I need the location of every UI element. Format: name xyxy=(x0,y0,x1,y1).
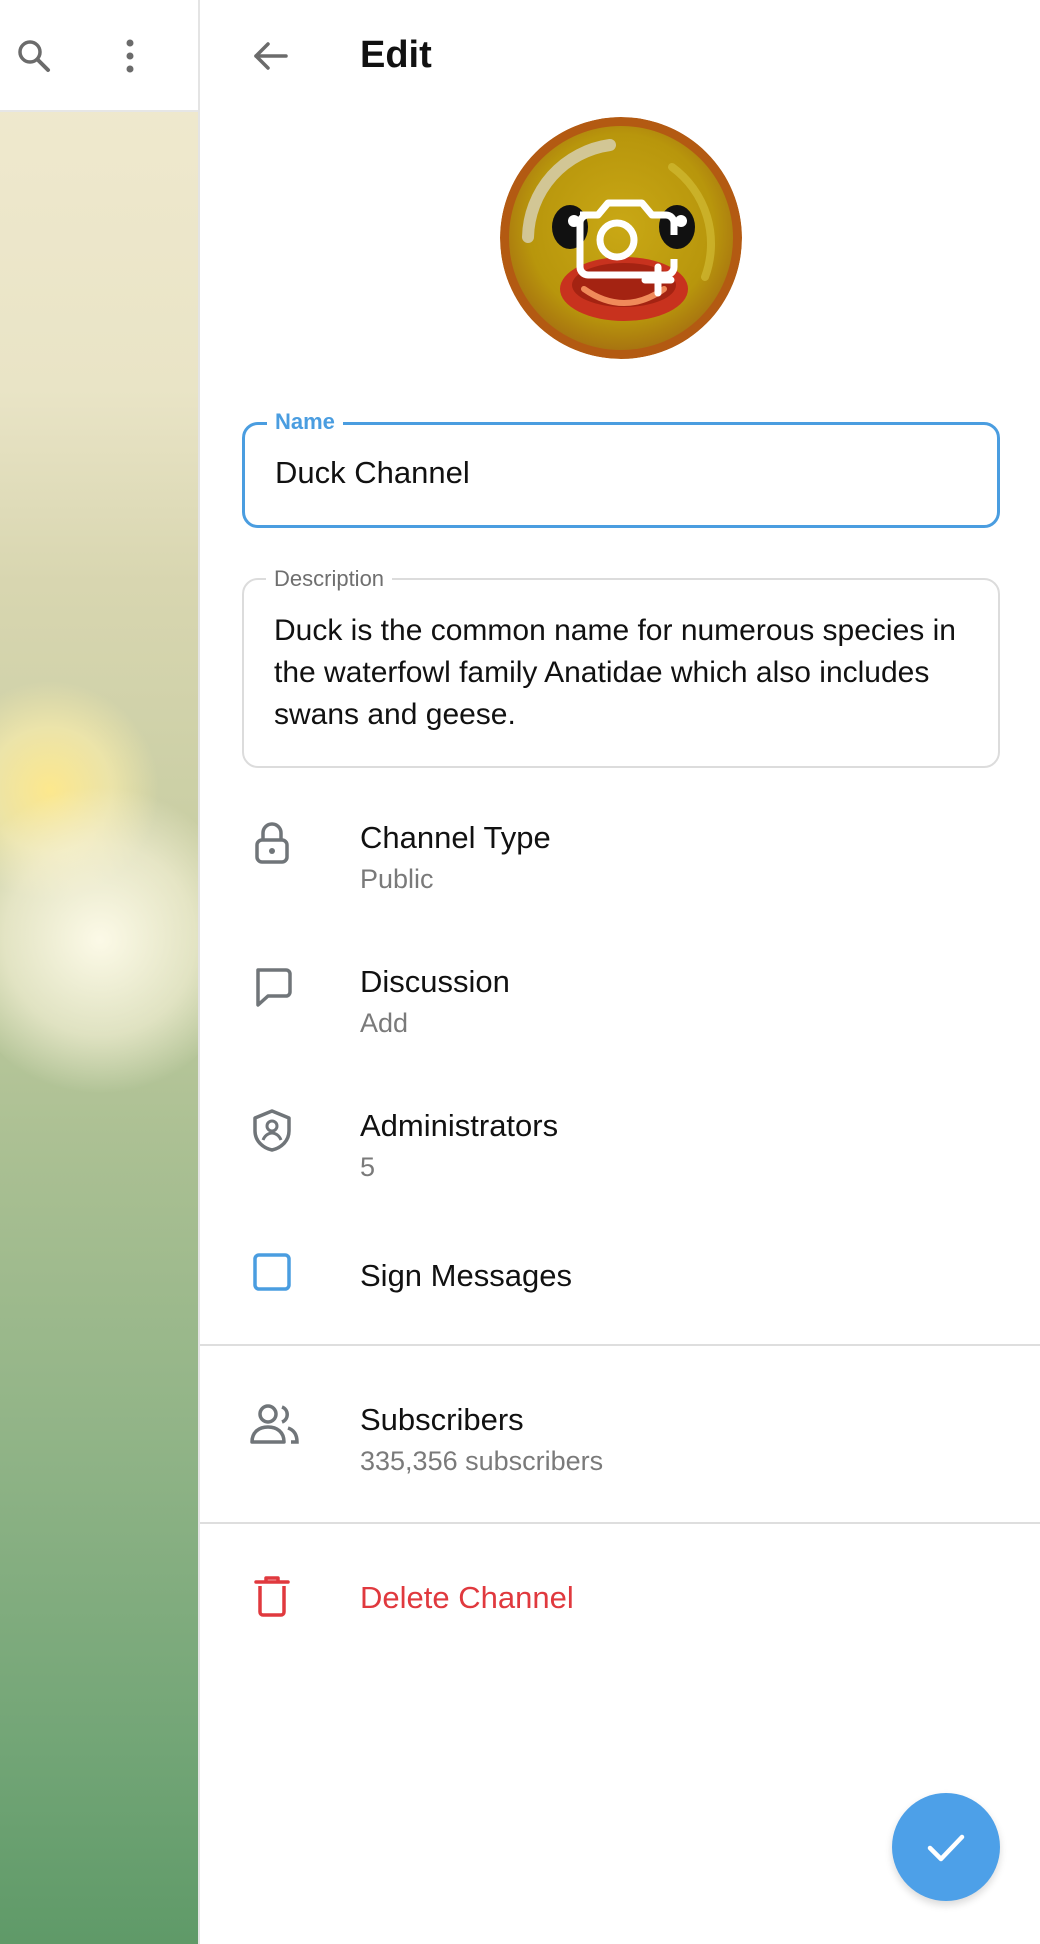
description-field-label: Description xyxy=(266,566,393,592)
checkbox-icon[interactable] xyxy=(250,1250,294,1294)
left-top-bar xyxy=(0,0,199,112)
more-vertical-icon[interactable] xyxy=(118,36,142,76)
people-icon xyxy=(250,1402,300,1446)
channel-avatar[interactable] xyxy=(500,117,742,359)
section-divider xyxy=(200,1522,1040,1524)
background-chat-pane xyxy=(0,0,199,1944)
back-arrow-icon[interactable] xyxy=(250,36,290,76)
edit-channel-panel: Edit Name Duck Channel Description Duck … xyxy=(200,0,1040,1944)
lock-icon xyxy=(250,820,294,864)
background-blur-white xyxy=(0,780,199,1100)
subscribers-row[interactable]: Subscribers 335,356 subscribers xyxy=(200,1396,1040,1506)
delete-channel-row[interactable]: Delete Channel xyxy=(200,1560,1040,1670)
channel-type-label: Channel Type xyxy=(360,820,551,855)
name-field-label: Name xyxy=(267,409,343,435)
name-field[interactable]: Name Duck Channel xyxy=(242,409,1000,528)
header: Edit xyxy=(200,0,1040,112)
checkmark-icon xyxy=(927,1834,965,1862)
description-field[interactable]: Description Duck is the common name for … xyxy=(242,566,1000,768)
page-title: Edit xyxy=(360,34,432,76)
description-input[interactable]: Duck is the common name for numerous spe… xyxy=(274,610,958,736)
shield-user-icon xyxy=(250,1108,294,1152)
subscribers-count: 335,356 subscribers xyxy=(360,1446,604,1476)
sign-messages-row[interactable]: Sign Messages xyxy=(200,1226,1040,1336)
channel-type-row[interactable]: Channel Type Public xyxy=(200,808,1040,918)
trash-icon xyxy=(250,1574,294,1618)
search-icon[interactable] xyxy=(14,36,54,76)
sign-messages-label: Sign Messages xyxy=(360,1258,572,1293)
administrators-label: Administrators xyxy=(360,1108,559,1143)
save-button[interactable] xyxy=(892,1793,1000,1901)
subscribers-label: Subscribers xyxy=(360,1402,524,1437)
delete-channel-label: Delete Channel xyxy=(360,1580,574,1615)
discussion-value: Add xyxy=(360,1008,409,1038)
discussion-row[interactable]: Discussion Add xyxy=(200,952,1040,1062)
chat-bubble-icon xyxy=(250,964,294,1008)
name-input[interactable]: Duck Channel xyxy=(275,455,470,491)
administrators-count: 5 xyxy=(360,1152,376,1182)
channel-type-value: Public xyxy=(360,864,434,894)
administrators-row[interactable]: Administrators 5 xyxy=(200,1096,1040,1206)
section-divider xyxy=(200,1344,1040,1346)
discussion-label: Discussion xyxy=(360,964,510,999)
